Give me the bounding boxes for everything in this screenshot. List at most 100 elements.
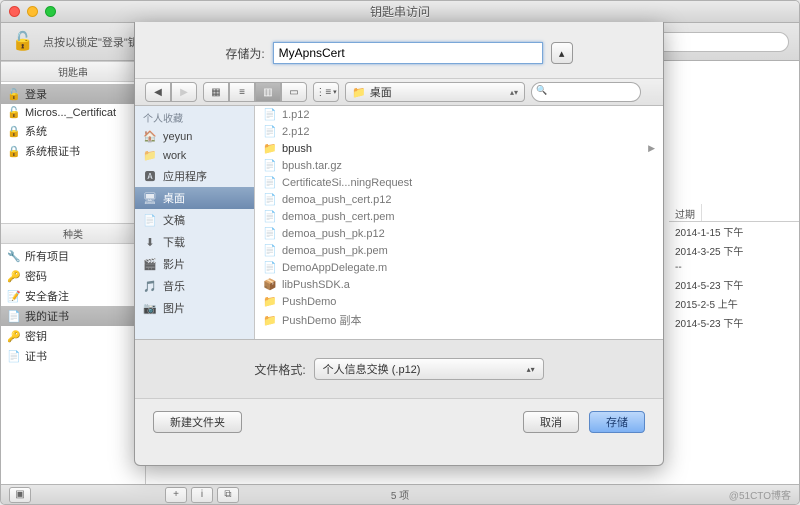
view-list-button[interactable]: ≡ [229, 82, 255, 102]
list-item[interactable]: 📁 PushDemo [255, 293, 663, 310]
list-item[interactable]: 📁PushDemo 副本 [255, 310, 663, 330]
dialog-search-input[interactable] [531, 82, 641, 102]
view-icon-button[interactable]: ▦ [203, 82, 229, 102]
file-icon: 📄 [263, 227, 277, 240]
category-item[interactable]: 📄 我的证书 [1, 306, 145, 326]
view-coverflow-button[interactable]: ▭ [281, 82, 307, 102]
file-icon: 📁 [263, 295, 277, 308]
favorites-header: 个人收藏 [135, 106, 254, 127]
chevron-updown-icon: ▴▾ [510, 88, 518, 97]
sidebar-item-label: 文稿 [163, 212, 185, 228]
window-title: 钥匙串访问 [370, 3, 430, 20]
keychain-label: 系统根证书 [25, 143, 80, 159]
minimize-icon[interactable] [27, 6, 38, 17]
keychain-item[interactable]: 🔓登录 [1, 84, 145, 104]
list-item[interactable]: 📄2.p12 [255, 123, 663, 140]
folder-icon: 🅰 [143, 168, 157, 184]
keychain-icon: 🔒 [7, 145, 21, 158]
keychain-label: 登录 [25, 86, 47, 102]
sidebar-item[interactable]: 🖥桌面 [135, 187, 254, 209]
list-item[interactable]: 📄1.p12 [255, 106, 663, 123]
arrange-button[interactable]: ⋮≡ ▾ [313, 82, 339, 102]
save-button[interactable]: 存储 [589, 411, 645, 433]
file-name: demoa_push_pk.pem [282, 245, 388, 257]
file-name: PushDemo 副本 [282, 312, 361, 328]
table-row[interactable]: 2015-2-5 上午 [669, 294, 799, 313]
category-item[interactable]: 🔑 密钥 [1, 326, 145, 346]
file-icon: 📄 [263, 108, 277, 121]
table-row[interactable]: -- [669, 260, 799, 275]
cancel-button[interactable]: 取消 [523, 411, 579, 433]
back-button[interactable]: ◀ [145, 82, 171, 102]
list-item[interactable]: 📄bpush.tar.gz [255, 157, 663, 174]
category-label: 密钥 [25, 328, 47, 344]
table-row[interactable]: 2014-1-15 下午 [669, 222, 799, 241]
category-icon: 🔧 [7, 250, 21, 263]
sidebar-item[interactable]: 🅰 应用程序 [135, 165, 254, 187]
favorites-sidebar: 个人收藏 🏠yeyun📁work 🅰 应用程序 🖥桌面📄文稿⬇下载🎬影片🎵音乐📷图片 [135, 106, 255, 339]
sidebar-item-label: 图片 [163, 300, 185, 316]
path-dropdown[interactable]: 📁 桌面 ▴▾ [345, 82, 525, 102]
list-item[interactable]: 📄 demoa_push_cert.pem [255, 208, 663, 225]
keychain-icon: 🔒 [7, 125, 21, 138]
sidebar-item[interactable]: ⬇下载 [135, 231, 254, 253]
sidebar-item-label: 应用程序 [163, 168, 207, 184]
table-row[interactable]: 2014-5-23 下午 [669, 313, 799, 332]
format-dropdown[interactable]: 个人信息交换 (.p12) ▴▾ [314, 358, 544, 380]
add-button[interactable]: + [165, 487, 187, 503]
sidebar-item[interactable]: 🏠yeyun [135, 127, 254, 146]
close-icon[interactable] [9, 6, 20, 17]
file-icon: 📄 [263, 210, 277, 223]
sidebar-item[interactable]: 📁work [135, 146, 254, 165]
category-item[interactable]: 🔧所有项目 [1, 246, 145, 266]
category-icon: 🔑 [7, 330, 21, 343]
keychain-item[interactable]: 🔒 系统根证书 [1, 141, 145, 161]
col-expire[interactable]: 过期 [669, 204, 702, 221]
copy-button[interactable]: ⧉ [217, 487, 239, 503]
file-icon: 📦 [263, 278, 277, 291]
sidebar-item[interactable]: 🎵音乐 [135, 275, 254, 297]
category-icon: 🔑 [7, 270, 21, 283]
file-name: libPushSDK.a [282, 279, 350, 291]
table-row[interactable]: 2014-5-23 下午 [669, 275, 799, 294]
list-item[interactable]: 📄 demoa_push_pk.pem [255, 242, 663, 259]
keychain-item[interactable]: 🔒系统 [1, 121, 145, 141]
new-folder-button[interactable]: 新建文件夹 [153, 411, 242, 433]
view-mode-button[interactable]: ▣ [9, 487, 31, 503]
collapse-button[interactable]: ▴ [551, 42, 573, 64]
category-label: 我的证书 [25, 308, 69, 324]
list-item[interactable]: 📄demoa_push_cert.p12 [255, 191, 663, 208]
file-icon: 📄 [263, 244, 277, 257]
category-label: 密码 [25, 268, 47, 284]
list-item[interactable]: 📄demoa_push_pk.p12 [255, 225, 663, 242]
filename-input[interactable] [273, 42, 543, 64]
table-row[interactable]: 2014-3-25 下午 [669, 241, 799, 260]
category-item[interactable]: 📝安全备注 [1, 286, 145, 306]
info-button[interactable]: i [191, 487, 213, 503]
forward-button[interactable]: ▶ [171, 82, 197, 102]
list-item[interactable]: 📄CertificateSi...ningRequest [255, 174, 663, 191]
list-item[interactable]: 📁bpush▶ [255, 140, 663, 157]
file-icon: 📄 [263, 125, 277, 138]
sidebar-item[interactable]: 📷图片 [135, 297, 254, 319]
sidebar-item-label: 影片 [163, 256, 185, 272]
zoom-icon[interactable] [45, 6, 56, 17]
category-icon: 📄 [7, 310, 21, 323]
list-item[interactable]: 📦 libPushSDK.a [255, 276, 663, 293]
keychain-icon: 🔓 [7, 106, 21, 119]
lock-icon[interactable]: 🔓 [11, 30, 35, 54]
file-name: PushDemo [282, 296, 336, 308]
watermark: @51CTO博客 [729, 487, 791, 502]
keychain-label: Micros..._Certificat [25, 107, 116, 119]
view-column-button[interactable]: ▥ [255, 82, 281, 102]
sidebar-item[interactable]: 🎬影片 [135, 253, 254, 275]
category-item[interactable]: 📄证书 [1, 346, 145, 366]
file-icon: 📄 [263, 261, 277, 274]
list-item[interactable]: 📄DemoAppDelegate.m [255, 259, 663, 276]
titlebar: 钥匙串访问 [1, 1, 799, 23]
category-label: 安全备注 [25, 288, 69, 304]
file-name: demoa_push_cert.pem [282, 211, 395, 223]
sidebar-item[interactable]: 📄文稿 [135, 209, 254, 231]
keychain-item[interactable]: 🔓 Micros..._Certificat [1, 104, 145, 121]
category-item[interactable]: 🔑 密码 [1, 266, 145, 286]
